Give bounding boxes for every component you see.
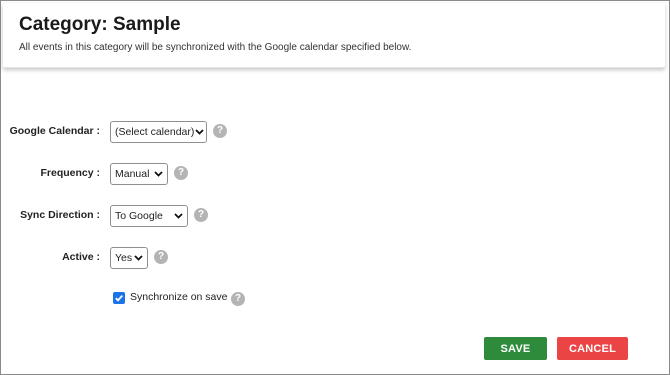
frequency-value: Manual [115,168,150,180]
cancel-button[interactable]: CANCEL [557,337,628,360]
save-button[interactable]: SAVE [484,337,547,360]
google-calendar-select[interactable]: (Select calendar) [110,121,207,143]
help-icon[interactable]: ? [174,166,188,180]
active-label: Active : [62,251,100,263]
checkmark-icon [115,294,123,302]
sync-direction-value: To Google [115,210,163,222]
synchronize-on-save-label[interactable]: Synchronize on save [130,291,227,303]
active-select[interactable]: Yes [110,247,148,269]
help-icon[interactable]: ? [231,292,245,306]
sync-direction-label: Sync Direction : [20,209,100,221]
frequency-label: Frequency : [40,167,100,179]
chevron-down-icon [172,209,185,223]
chevron-down-icon [194,125,204,139]
synchronize-on-save-checkbox[interactable] [113,292,125,304]
page-subtitle: All events in this category will be sync… [19,42,412,53]
chevron-down-icon [132,251,145,265]
help-icon[interactable]: ? [194,208,208,222]
sync-direction-select[interactable]: To Google [110,205,188,227]
active-value: Yes [115,252,133,264]
help-icon[interactable]: ? [213,124,227,138]
chevron-down-icon [152,167,165,181]
page-title: Category: Sample [19,14,181,35]
help-icon[interactable]: ? [154,250,168,264]
header-panel: Category: Sample All events in this cate… [3,3,665,68]
google-calendar-label: Google Calendar : [9,125,100,137]
frequency-select[interactable]: Manual [110,163,168,185]
google-calendar-value: (Select calendar) [115,126,195,138]
